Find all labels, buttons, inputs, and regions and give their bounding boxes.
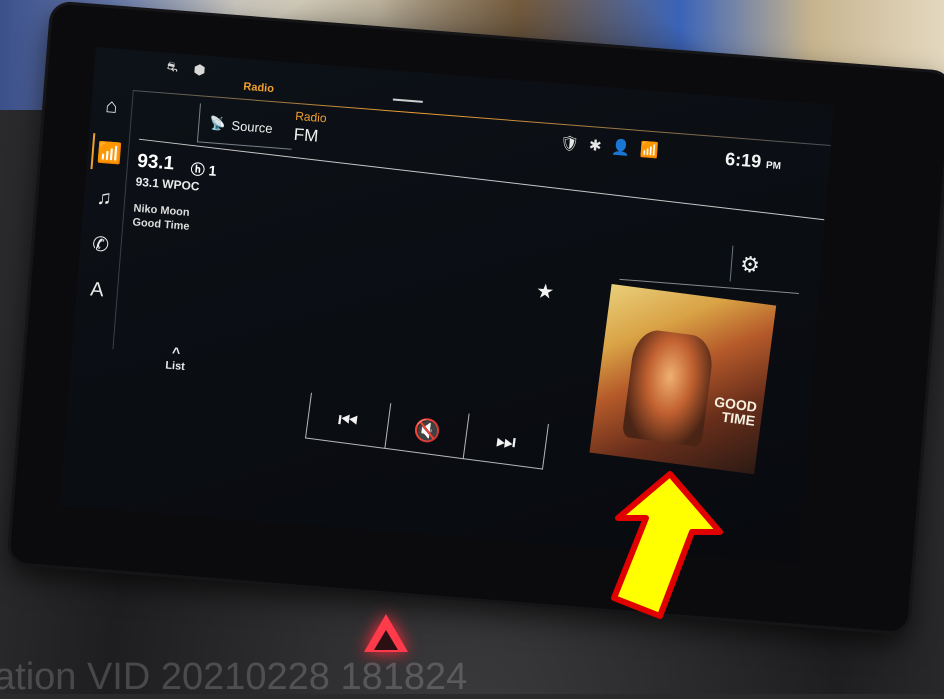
settings-gear-icon[interactable]: ⚙ (729, 245, 770, 285)
status-icons: 🛡✱👤📶 (559, 134, 669, 160)
source-label: Source (230, 117, 274, 136)
hazard-icon (374, 630, 398, 650)
list-label: List (164, 359, 186, 373)
navigation-icon[interactable]: A (80, 271, 115, 309)
next-icon: ⏭ (494, 426, 518, 455)
next-track-button[interactable]: ⏭ (462, 413, 549, 470)
album-art: GOOD TIME (589, 283, 777, 475)
station-frequency: 93.1 (136, 150, 175, 175)
left-nav-rail: ⌂ 📶 ♫ ✆ A (72, 86, 134, 350)
top-status-icons: ⛐ ⬢ (166, 58, 213, 78)
drag-handle[interactable] (392, 98, 423, 103)
band-label: Radio (294, 108, 328, 126)
album-title-text: GOOD TIME (713, 393, 758, 429)
header-divider (138, 138, 825, 221)
mute-icon: 🔇 (411, 416, 443, 445)
hd-channel: 1 (208, 162, 218, 179)
transport-controls: ⏮ 🔇 ⏭ (304, 392, 549, 470)
favorite-star-icon[interactable]: ★ (535, 278, 555, 304)
band-selector[interactable]: Radio FM (293, 109, 327, 147)
music-icon[interactable]: ♫ (87, 179, 122, 217)
watermark-text: ation VID 20210228 181824 (0, 656, 468, 698)
app-title: Radio (242, 80, 275, 96)
mute-button[interactable]: 🔇 (383, 403, 469, 460)
clock: 6:19 PM (724, 148, 782, 173)
user-icon: 👤 (610, 138, 641, 159)
clock-suffix: PM (765, 159, 782, 173)
track-title: Good Time (131, 216, 190, 233)
album-figure (621, 327, 716, 448)
home-icon[interactable]: ⌂ (94, 87, 129, 125)
list-button[interactable]: ^ List (165, 344, 187, 373)
lte-signal-icon: 📶 (639, 141, 670, 161)
source-button[interactable]: 📡 Source (196, 103, 295, 150)
bluetooth-icon: ✱ (588, 137, 613, 156)
previous-icon: ⏮ (336, 406, 360, 434)
chevron-up-icon: ^ (171, 343, 181, 361)
hd-radio-badge: ⓗ 1 (190, 160, 218, 179)
callout-arrow (588, 470, 728, 620)
shield-icon: 🛡 (559, 134, 590, 154)
previous-track-button[interactable]: ⏮ (304, 392, 390, 449)
phone-icon[interactable]: ✆ (83, 225, 118, 263)
wifi-icon: 📡 (208, 115, 227, 132)
infotainment-bezel: ⛐ ⬢ Radio ⌂ 📶 ♫ ✆ A 📡 Source Radio FM 🛡✱… (9, 3, 944, 633)
arrow-icon (611, 471, 723, 619)
radio-icon[interactable]: 📶 (90, 133, 128, 172)
band-value: FM (293, 124, 320, 146)
